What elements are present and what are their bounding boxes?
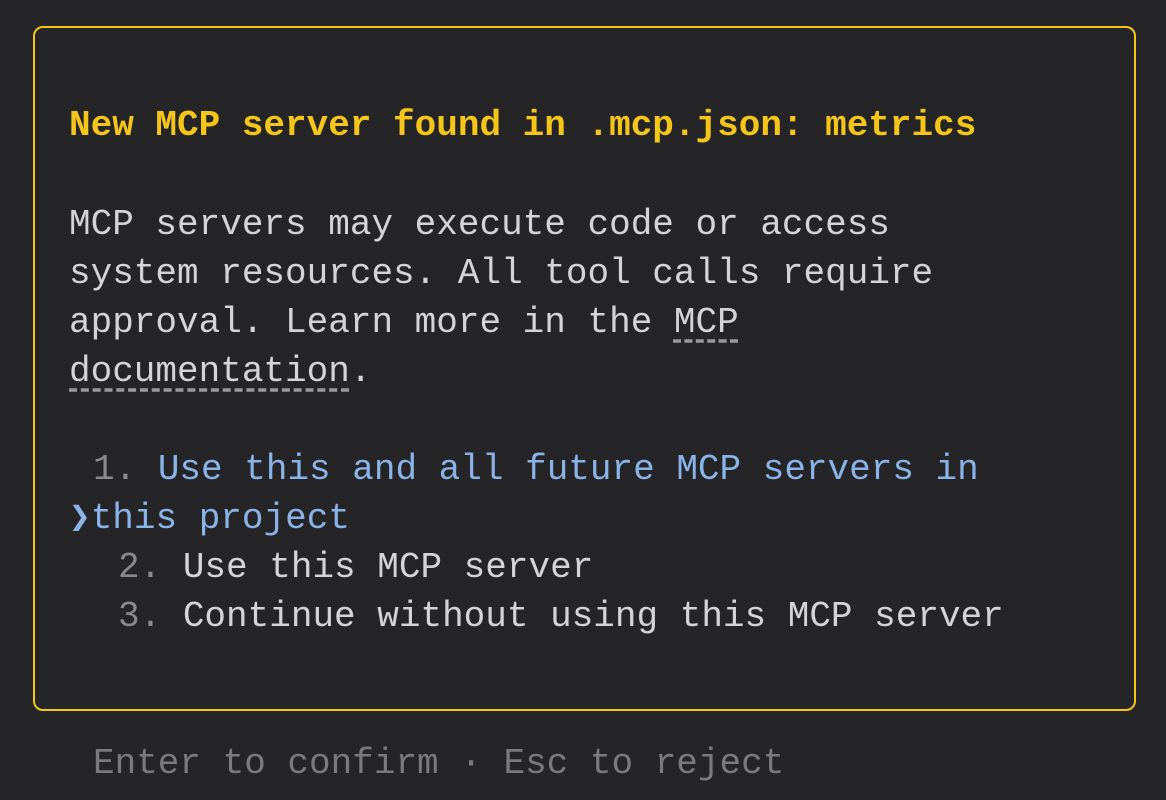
option-2[interactable]: 2. Use this MCP server [118,543,593,592]
option-1-line-1: 1. Use this and all future MCP servers i… [93,445,979,494]
option-3-number: 3. [118,596,162,637]
mcp-documentation-link[interactable]: MCP [674,302,739,343]
dialog-body-line-4: documentation. [69,347,371,396]
dialog-title: New MCP server found in .mcp.json: metri… [69,105,977,146]
option-1-number: 1. [93,449,137,490]
dialog-body-line-2: system resources. All tool calls require [69,253,934,294]
option-1-label-line-1: Use this and all future MCP servers in [157,449,979,490]
option-3[interactable]: 3. Continue without using this MCP serve… [118,592,1004,641]
dialog-body-period: . [349,351,372,392]
option-1-label-line-2: this project [90,498,350,539]
selection-pointer-icon: ❯ [69,498,91,539]
dialog-body-line-3-text: approval. Learn more in the [69,302,674,343]
mcp-documentation-link-continued[interactable]: documentation [69,351,350,392]
option-2-number: 2. [118,547,162,588]
option-1-line-2: ❯this project [69,494,350,543]
keyboard-hint: Enter to confirm · Esc to reject [93,743,785,784]
dialog-body-line-1: MCP servers may execute code or access [69,204,890,245]
option-2-label: Use this MCP server [182,547,594,588]
dialog-body-line-3: approval. Learn more in the MCP [69,298,739,347]
option-3-label: Continue without using this MCP server [182,596,1004,637]
